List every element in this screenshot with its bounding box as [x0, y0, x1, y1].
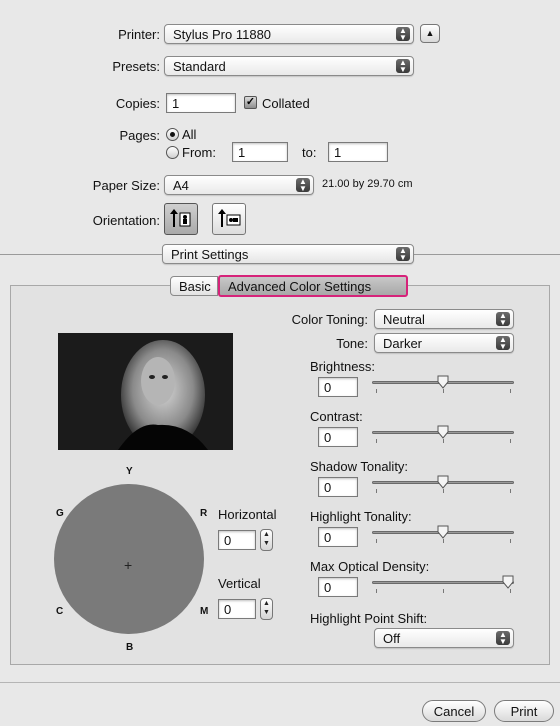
highlight-point-shift-popup[interactable]: Off ▲ ▼: [374, 628, 514, 648]
print-button[interactable]: Print: [494, 700, 554, 722]
paper-dimensions: 21.00 by 29.70 cm: [322, 178, 413, 190]
portrait-photo-image: [58, 333, 233, 450]
presets-label: Presets:: [112, 59, 160, 74]
slider-value-field[interactable]: 0: [318, 527, 358, 547]
slider-tick: [443, 539, 444, 543]
collated-label: Collated: [262, 96, 310, 111]
crosshair-icon: +: [124, 557, 133, 573]
slider-label: Max Optical Density:: [310, 559, 430, 574]
horizontal-label: Horizontal: [218, 507, 277, 522]
paper-size-popup[interactable]: A4 ▲ ▼: [164, 175, 314, 195]
vertical-label: Vertical: [218, 576, 261, 591]
slider-label: Brightness:: [310, 359, 376, 374]
printer-value: Stylus Pro 11880: [173, 27, 272, 42]
printer-label: Printer:: [118, 27, 160, 42]
wheel-label-b: B: [126, 642, 134, 653]
wheel-label-y: Y: [126, 466, 133, 477]
color-toning-label: Color Toning:: [291, 312, 368, 327]
slider-tick: [510, 539, 511, 543]
copies-label: Copies:: [115, 96, 160, 111]
slider-label: Highlight Tonality:: [310, 509, 412, 524]
wheel-label-c: C: [56, 606, 64, 617]
slider-tick: [443, 489, 444, 493]
slider-tick: [376, 489, 377, 493]
slider-tick: [443, 589, 444, 593]
printer-popup[interactable]: Stylus Pro 11880 ▲ ▼: [164, 24, 414, 44]
vertical-field[interactable]: 0: [218, 599, 256, 619]
presets-popup[interactable]: Standard ▲ ▼: [164, 56, 414, 76]
popup-arrows-icon: ▲ ▼: [496, 312, 510, 327]
pages-to-field[interactable]: 1: [328, 142, 388, 162]
collapse-details-button[interactable]: ▲: [420, 24, 440, 43]
tone-label: Tone:: [336, 336, 368, 351]
slider-thumb[interactable]: [437, 475, 449, 489]
presets-value: Standard: [173, 59, 226, 74]
preview-image: [58, 333, 233, 450]
slider-tick: [510, 439, 511, 443]
color-toning-popup[interactable]: Neutral ▲ ▼: [374, 309, 514, 329]
slider-value-field[interactable]: 0: [318, 427, 358, 447]
popup-arrows-icon: ▲ ▼: [396, 247, 410, 262]
slider-value-field[interactable]: 0: [318, 477, 358, 497]
slider-thumb[interactable]: [437, 375, 449, 389]
slider-tick: [376, 589, 377, 593]
pages-all-radio[interactable]: [166, 128, 179, 141]
horizontal-stepper[interactable]: ▲ ▼: [260, 529, 273, 551]
popup-arrows-icon: ▲ ▼: [496, 336, 510, 351]
slider-track[interactable]: [372, 581, 514, 584]
popup-arrows-icon: ▲ ▼: [296, 178, 310, 193]
tone-popup[interactable]: Darker ▲ ▼: [374, 333, 514, 353]
print-settings-value: Print Settings: [171, 247, 249, 262]
pages-from-field[interactable]: 1: [232, 142, 288, 162]
orientation-landscape-button[interactable]: [212, 203, 246, 235]
portrait-orientation-icon: [170, 209, 191, 227]
slider-tick: [510, 489, 511, 493]
pages-from-radio[interactable]: [166, 146, 179, 159]
triangle-up-icon: ▲: [425, 28, 435, 38]
popup-arrows-icon: ▲ ▼: [496, 631, 510, 646]
slider-thumb[interactable]: [437, 425, 449, 439]
horizontal-field[interactable]: 0: [218, 530, 256, 550]
slider-label: Shadow Tonality:: [310, 459, 409, 474]
highlight-point-shift-label: Highlight Point Shift:: [310, 611, 428, 626]
wheel-label-r: R: [200, 508, 208, 519]
vertical-stepper[interactable]: ▲ ▼: [260, 598, 273, 620]
slider-value-field[interactable]: 0: [318, 577, 358, 597]
color-wheel[interactable]: +: [54, 484, 204, 634]
pages-all-label: All: [182, 127, 197, 142]
popup-arrows-icon: ▲ ▼: [396, 59, 410, 74]
tone-value: Darker: [383, 336, 423, 351]
slider-tick: [376, 439, 377, 443]
tab-advanced-color-settings[interactable]: Advanced Color Settings: [218, 275, 408, 297]
color-toning-value: Neutral: [383, 312, 425, 327]
pages-to-label: to:: [302, 145, 317, 160]
orientation-label: Orientation:: [92, 213, 160, 228]
paper-size-value: A4: [173, 178, 189, 193]
orientation-portrait-button[interactable]: [164, 203, 198, 235]
slider-tick: [443, 439, 444, 443]
cancel-button[interactable]: Cancel: [422, 700, 486, 722]
wheel-label-g: G: [56, 508, 64, 519]
slider-label: Contrast:: [310, 409, 363, 424]
pages-from-label: From:: [182, 145, 216, 160]
slider-tick: [443, 389, 444, 393]
wheel-label-m: M: [200, 606, 209, 617]
popup-arrows-icon: ▲ ▼: [396, 27, 410, 42]
copies-field[interactable]: 1: [166, 93, 236, 113]
highlight-point-shift-value: Off: [383, 631, 401, 646]
pages-label: Pages:: [119, 128, 160, 143]
collated-checkbox[interactable]: ✓: [244, 96, 257, 109]
print-settings-popup[interactable]: Print Settings ▲ ▼: [162, 244, 414, 264]
slider-tick: [510, 589, 511, 593]
slider-tick: [510, 389, 511, 393]
slider-value-field[interactable]: 0: [318, 377, 358, 397]
tab-basic[interactable]: Basic: [170, 276, 218, 296]
landscape-orientation-icon: [218, 209, 241, 227]
bottom-separator: [0, 682, 560, 683]
slider-thumb[interactable]: [437, 525, 449, 539]
slider-tick: [376, 389, 377, 393]
slider-thumb[interactable]: [502, 575, 514, 589]
paper-size-label: Paper Size:: [92, 178, 160, 193]
slider-tick: [376, 539, 377, 543]
